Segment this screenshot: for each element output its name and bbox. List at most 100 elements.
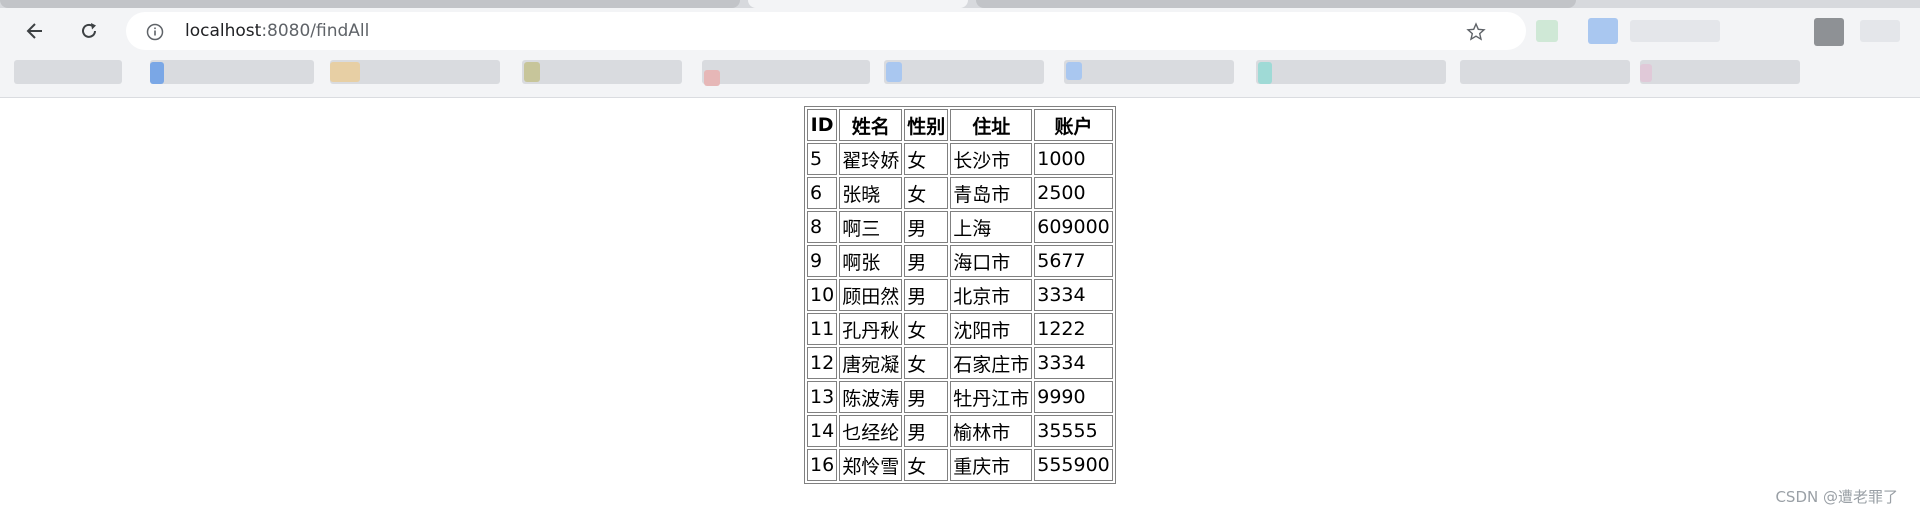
cell-name: 陈波涛	[839, 381, 903, 413]
cell-name: 啊张	[839, 245, 903, 277]
blurred-extension-icon[interactable]	[1588, 18, 1618, 44]
cell-name: 乜经纶	[839, 415, 903, 447]
table-row: 6 张晓 女 青岛市 2500	[807, 177, 1113, 209]
cell-gender: 女	[904, 177, 949, 209]
cell-name: 顾田然	[839, 279, 903, 311]
table-header-row: ID 姓名 性别 住址 账户	[807, 109, 1113, 141]
cell-address: 石家庄市	[950, 347, 1033, 379]
browser-toolbar: localhost:8080/findAll	[0, 8, 1920, 54]
cell-name: 张晓	[839, 177, 903, 209]
table-row: 9 啊张 男 海口市 5677	[807, 245, 1113, 277]
back-arrow-icon	[26, 23, 42, 39]
blurred-bookmark-icon	[150, 62, 164, 84]
back-button[interactable]	[18, 14, 52, 48]
cell-name: 郑怜雪	[839, 449, 903, 481]
cell-account: 609000	[1034, 211, 1113, 243]
table-row: 8 啊三 男 上海 609000	[807, 211, 1113, 243]
table-row: 11 孔丹秋 女 沈阳市 1222	[807, 313, 1113, 345]
cell-id: 5	[807, 143, 838, 175]
cell-gender: 男	[904, 279, 949, 311]
table-row: 10 顾田然 男 北京市 3334	[807, 279, 1113, 311]
column-header-name: 姓名	[839, 109, 903, 141]
cell-gender: 女	[904, 347, 949, 379]
blurred-extension-icon[interactable]	[1536, 20, 1558, 42]
cell-account: 2500	[1034, 177, 1113, 209]
cell-address: 青岛市	[950, 177, 1033, 209]
blurred-extension-icon[interactable]	[1630, 20, 1720, 42]
column-header-account: 账户	[1034, 109, 1113, 141]
cell-name: 唐宛凝	[839, 347, 903, 379]
cell-id: 8	[807, 211, 838, 243]
browser-tab[interactable]	[976, 0, 1576, 8]
cell-account: 5677	[1034, 245, 1113, 277]
cell-address: 重庆市	[950, 449, 1033, 481]
cell-account: 3334	[1034, 347, 1113, 379]
cell-gender: 男	[904, 211, 949, 243]
blurred-bookmark[interactable]	[522, 60, 682, 84]
browser-tab-active[interactable]	[748, 0, 968, 8]
cell-account: 555900	[1034, 449, 1113, 481]
table-row: 12 唐宛凝 女 石家庄市 3334	[807, 347, 1113, 379]
cell-gender: 男	[904, 415, 949, 447]
url-path: :8080/findAll	[261, 21, 370, 41]
cell-id: 10	[807, 279, 838, 311]
cell-name: 孔丹秋	[839, 313, 903, 345]
blurred-bookmark-icon	[1640, 64, 1652, 82]
address-bar[interactable]: localhost:8080/findAll	[126, 12, 1526, 50]
cell-account: 1222	[1034, 313, 1113, 345]
blurred-menu-icon[interactable]	[1860, 20, 1900, 42]
url-host: localhost	[185, 21, 262, 41]
url-text[interactable]: localhost:8080/findAll	[185, 21, 369, 41]
cell-id: 6	[807, 177, 838, 209]
column-header-gender: 性别	[904, 109, 949, 141]
table-row: 5 翟玲娇 女 长沙市 1000	[807, 143, 1113, 175]
blurred-bookmark[interactable]	[150, 60, 314, 84]
cell-gender: 女	[904, 313, 949, 345]
cell-address: 上海	[950, 211, 1033, 243]
cell-address: 榆林市	[950, 415, 1033, 447]
cell-address: 牡丹江市	[950, 381, 1033, 413]
csdn-watermark: CSDN @遭老罪了	[1775, 488, 1898, 506]
blurred-bookmark-icon	[704, 70, 720, 86]
blurred-bookmark-icon	[524, 62, 540, 82]
cell-id: 13	[807, 381, 838, 413]
blurred-bookmark[interactable]	[1460, 60, 1630, 84]
blurred-bookmark[interactable]	[702, 60, 870, 84]
column-header-address: 住址	[950, 109, 1033, 141]
blurred-bookmark[interactable]	[1064, 60, 1234, 84]
cell-address: 沈阳市	[950, 313, 1033, 345]
tab-strip	[0, 0, 1920, 8]
cell-address: 北京市	[950, 279, 1033, 311]
browser-tab[interactable]	[0, 0, 740, 8]
site-info-icon[interactable]	[146, 23, 164, 41]
blurred-profile-icon[interactable]	[1814, 18, 1844, 46]
cell-gender: 男	[904, 381, 949, 413]
cell-id: 14	[807, 415, 838, 447]
cell-account: 1000	[1034, 143, 1113, 175]
cell-id: 11	[807, 313, 838, 345]
reload-button[interactable]	[72, 14, 106, 48]
cell-id: 9	[807, 245, 838, 277]
cell-id: 16	[807, 449, 838, 481]
reload-icon	[82, 23, 96, 38]
cell-id: 12	[807, 347, 838, 379]
blurred-bookmark-icon	[886, 62, 902, 82]
bookmark-star-icon[interactable]	[1466, 22, 1486, 42]
blurred-bookmark[interactable]	[884, 60, 1044, 84]
cell-address: 海口市	[950, 245, 1033, 277]
cell-gender: 男	[904, 245, 949, 277]
cell-name: 翟玲娇	[839, 143, 903, 175]
table-row: 14 乜经纶 男 榆林市 35555	[807, 415, 1113, 447]
blurred-bookmark[interactable]	[14, 60, 122, 84]
blurred-bookmark-icon	[1258, 62, 1272, 84]
table-row: 16 郑怜雪 女 重庆市 555900	[807, 449, 1113, 481]
cell-account: 9990	[1034, 381, 1113, 413]
blurred-bookmark-icon	[1066, 62, 1082, 80]
cell-name: 啊三	[839, 211, 903, 243]
blurred-bookmark[interactable]	[1640, 60, 1800, 84]
blurred-bookmark[interactable]	[1256, 60, 1446, 84]
cell-gender: 女	[904, 143, 949, 175]
users-table: ID 姓名 性别 住址 账户 5 翟玲娇 女 长沙市 1000 6 张晓 女 青…	[804, 106, 1116, 484]
cell-address: 长沙市	[950, 143, 1033, 175]
cell-account: 3334	[1034, 279, 1113, 311]
